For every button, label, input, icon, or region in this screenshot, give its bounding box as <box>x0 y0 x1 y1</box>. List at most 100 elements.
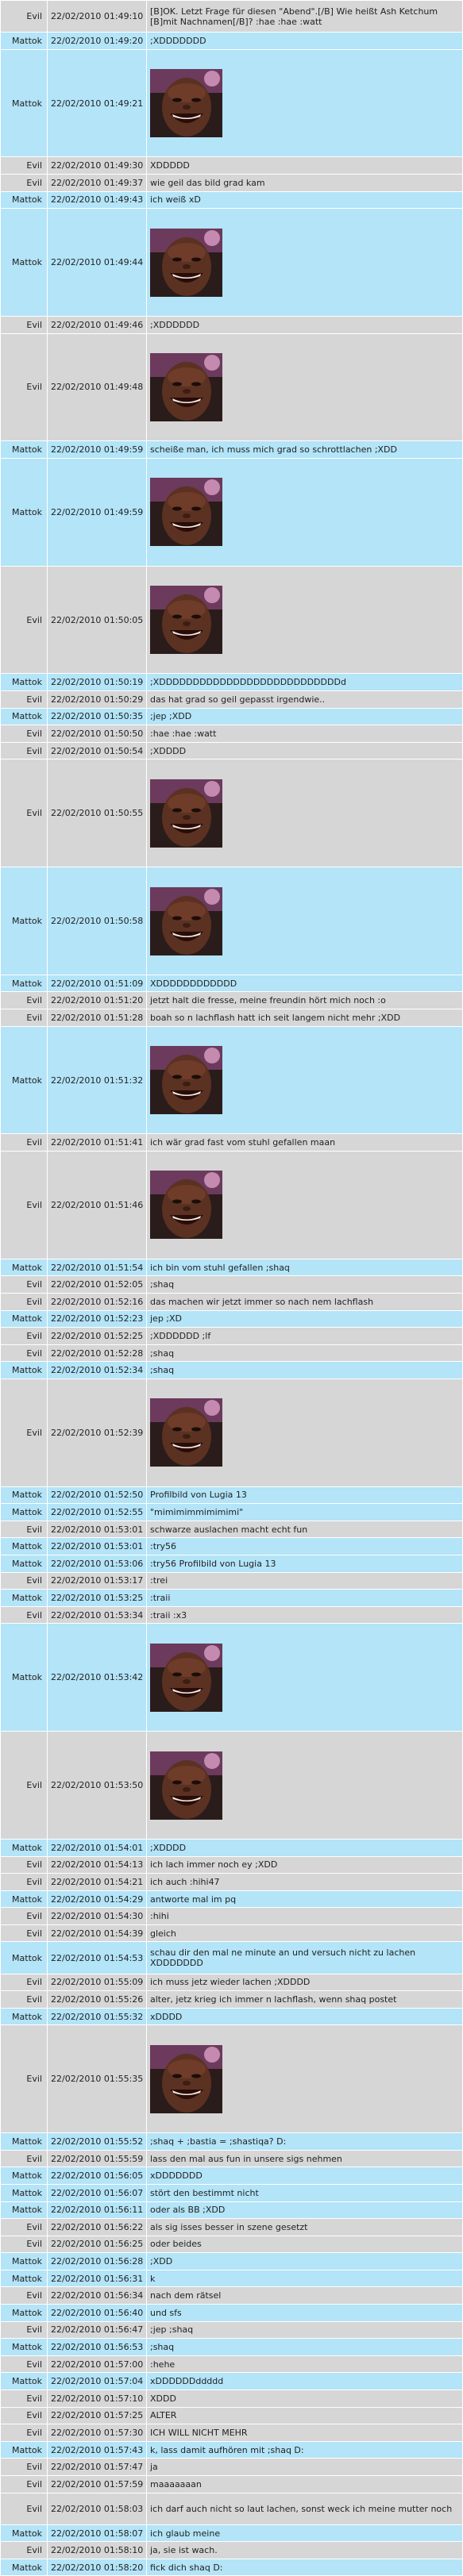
message-text: k <box>146 2269 463 2288</box>
message-text: ;jep ;shaq <box>146 2320 463 2340</box>
shaq-laughing-face[interactable] <box>150 586 222 655</box>
message-username: Mattok <box>0 2338 48 2356</box>
message-text: ja <box>146 2458 463 2476</box>
chat-message-row: Mattok 22/02/2010 01:56:05 xDDDDDDD <box>0 2167 463 2185</box>
message-text: stört den bestimmt nicht <box>146 2183 463 2202</box>
chat-message-row: Evil 22/02/2010 01:49:30 XDDDDD <box>0 156 463 175</box>
message-username: Mattok <box>0 974 48 993</box>
message-timestamp: 22/02/2010 01:52:16 <box>47 1292 147 1311</box>
message-image-cell <box>146 1151 463 1259</box>
message-username: Evil <box>0 1292 48 1311</box>
message-text: das hat grad so geil gepasst irgendwie.. <box>146 690 463 709</box>
message-username: Evil <box>0 2286 48 2305</box>
shaq-laughing-face[interactable] <box>150 1643 222 1712</box>
message-username: Evil <box>0 725 48 743</box>
chat-message-row: Mattok 22/02/2010 01:56:31 k <box>0 2269 463 2288</box>
message-username: Evil <box>0 1907 48 1925</box>
message-text: oder als BB ;XDD <box>146 2201 463 2220</box>
message-timestamp: 22/02/2010 01:50:29 <box>47 690 147 709</box>
message-text: lass den mal aus fun in unsere sigs nehm… <box>146 2149 463 2168</box>
chat-message-row: Mattok 22/02/2010 01:56:07 stört den besti… <box>0 2183 463 2202</box>
chat-message-row: Mattok 22/02/2010 01:52:50 Profilbild von … <box>0 1486 463 1505</box>
message-timestamp: 22/02/2010 01:49:30 <box>47 156 147 175</box>
message-username: Evil <box>0 1731 48 1840</box>
shaq-laughing-face[interactable] <box>150 69 222 138</box>
message-timestamp: 22/02/2010 01:52:23 <box>47 1309 147 1328</box>
message-timestamp: 22/02/2010 01:53:17 <box>47 1571 147 1590</box>
chat-message-row: Evil 22/02/2010 01:57:47 ja <box>0 2458 463 2476</box>
shaq-laughing-face[interactable] <box>150 478 222 547</box>
message-text: :traii <box>146 1589 463 1607</box>
chat-message-row: Evil 22/02/2010 01:56:47 ;jep ;shaq <box>0 2320 463 2340</box>
shaq-laughing-face[interactable] <box>150 1398 222 1467</box>
message-username: Evil <box>0 1378 48 1487</box>
message-username: Evil <box>0 690 48 709</box>
message-username: Mattok <box>0 1838 48 1857</box>
chat-message-row: Evil 22/02/2010 01:54:39 gleich <box>0 1924 463 1943</box>
chat-message-row: Mattok 22/02/2010 01:58:20 fick dich shaq … <box>0 2558 463 2576</box>
message-username: Mattok <box>0 2007 48 2026</box>
shaq-laughing-face[interactable] <box>150 2044 222 2113</box>
chat-message-row: Mattok 22/02/2010 01:57:43 k, lass damit a… <box>0 2440 463 2459</box>
message-timestamp: 22/02/2010 01:58:20 <box>47 2558 147 2576</box>
message-username: Mattok <box>0 190 48 210</box>
message-timestamp: 22/02/2010 01:49:10 <box>47 0 147 33</box>
message-timestamp: 22/02/2010 01:54:13 <box>47 1855 147 1874</box>
shaq-laughing-face[interactable] <box>150 1046 222 1115</box>
chat-message-row: Evil 22/02/2010 01:56:25 oder beides <box>0 2235 463 2254</box>
message-text: ;XDDDDDDD <box>146 32 463 50</box>
message-username: Evil <box>0 2355 48 2374</box>
message-text: xDDDD <box>146 2007 463 2026</box>
chat-log-table: Evil 22/02/2010 01:49:10 [B]OK. Letzt Frag… <box>0 0 463 2576</box>
message-text: ;shaq <box>146 1361 463 1379</box>
chat-message-row: Evil 22/02/2010 01:56:22 als sig isses bes… <box>0 2218 463 2236</box>
message-timestamp: 22/02/2010 01:56:34 <box>47 2286 147 2305</box>
message-timestamp: 22/02/2010 01:58:10 <box>47 2541 147 2559</box>
message-username: Evil <box>0 2390 48 2408</box>
chat-log-body: Evil 22/02/2010 01:49:10 [B]OK. Letzt Frag… <box>0 0 463 2576</box>
message-timestamp: 22/02/2010 01:50:35 <box>47 707 147 726</box>
message-username: Mattok <box>0 2440 48 2459</box>
message-username: Evil <box>0 1151 48 1259</box>
message-timestamp: 22/02/2010 01:51:54 <box>47 1258 147 1277</box>
chat-message-row: Evil 22/02/2010 01:49:48 <box>0 333 463 442</box>
chat-message-row: Mattok 22/02/2010 01:52:34 ;shaq <box>0 1361 463 1379</box>
message-username: Evil <box>0 2492 48 2525</box>
message-timestamp: 22/02/2010 01:53:01 <box>47 1520 147 1539</box>
shaq-laughing-face[interactable] <box>150 1751 222 1820</box>
message-text: k, lass damit aufhören mit ;shaq D: <box>146 2440 463 2459</box>
message-timestamp: 22/02/2010 01:49:44 <box>47 208 147 317</box>
message-text: als sig isses besser in szene gesetzt <box>146 2218 463 2236</box>
message-text: "mimimimmimimimi" <box>146 1503 463 1521</box>
message-timestamp: 22/02/2010 01:57:10 <box>47 2390 147 2408</box>
message-text: xDDDDDDddddd <box>146 2372 463 2391</box>
chat-message-row: Evil 22/02/2010 01:51:46 <box>0 1151 463 1259</box>
message-username: Mattok <box>0 1890 48 1909</box>
message-text: antworte mal im pq <box>146 1890 463 1909</box>
shaq-laughing-face[interactable] <box>150 228 222 297</box>
message-text: XDDD <box>146 2390 463 2408</box>
chat-message-row: Mattok 22/02/2010 01:54:29 antworte mal im… <box>0 1890 463 1909</box>
message-username: Mattok <box>0 867 48 975</box>
shaq-laughing-face[interactable] <box>150 352 222 421</box>
message-timestamp: 22/02/2010 01:49:48 <box>47 333 147 442</box>
message-timestamp: 22/02/2010 01:52:55 <box>47 1503 147 1521</box>
message-text: :hae :hae :watt <box>146 725 463 743</box>
message-text: [B]OK. Letzt Frage für diesen "Abend".[/… <box>146 0 463 33</box>
message-timestamp: 22/02/2010 01:58:07 <box>47 2524 147 2543</box>
shaq-laughing-face[interactable] <box>150 1171 222 1240</box>
message-timestamp: 22/02/2010 01:49:59 <box>47 457 147 567</box>
shaq-laughing-face[interactable] <box>150 886 222 955</box>
message-text: ;XDDDDDD ;lf <box>146 1327 463 1345</box>
message-username: Mattok <box>0 2558 48 2576</box>
message-text: ;XDDDDDD <box>146 315 463 334</box>
shaq-laughing-face[interactable] <box>150 779 222 848</box>
chat-message-row: Evil 22/02/2010 01:55:35 <box>0 2024 463 2134</box>
message-timestamp: 22/02/2010 01:52:28 <box>47 1344 147 1363</box>
message-username: Evil <box>0 1275 48 1294</box>
message-username: Evil <box>0 2458 48 2476</box>
chat-message-row: Evil 22/02/2010 01:50:05 <box>0 565 463 675</box>
message-username: Evil <box>0 2406 48 2425</box>
message-timestamp: 22/02/2010 01:53:06 <box>47 1555 147 1573</box>
message-image-cell <box>146 457 463 567</box>
